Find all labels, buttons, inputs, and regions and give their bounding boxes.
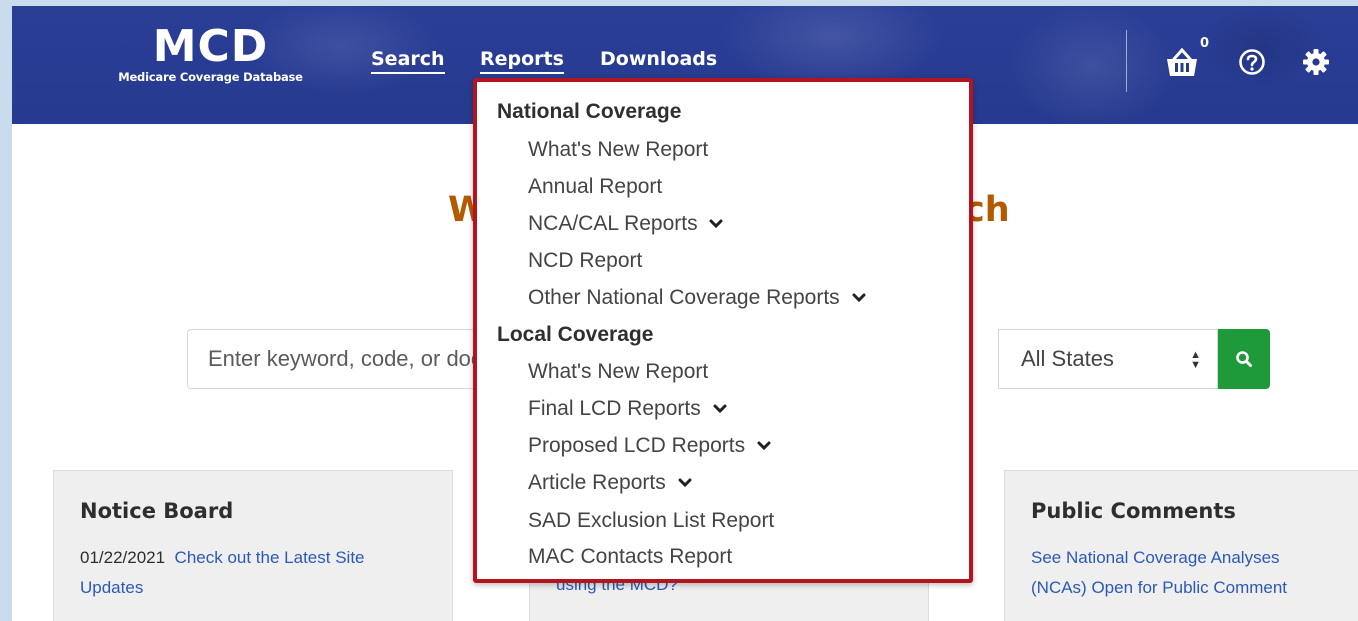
- notice-board-card: Notice Board 01/22/2021 Check out the La…: [53, 470, 453, 621]
- menu-item-label: Final LCD Reports: [528, 397, 701, 420]
- notice-date: 01/22/2021: [80, 548, 166, 567]
- nav-search-link[interactable]: Search: [371, 48, 445, 74]
- basket-count-badge: 0: [1200, 36, 1210, 51]
- latest-updates-link-cont[interactable]: Updates: [80, 578, 143, 597]
- select-caret-icon: ▲ ▼: [1190, 349, 1201, 371]
- page-frame: MCD Medicare Coverage Database Search Re…: [12, 6, 1358, 621]
- latest-updates-link[interactable]: Check out the Latest Site: [175, 548, 365, 567]
- public-comments-card: Public Comments See National Coverage An…: [1004, 470, 1358, 621]
- nav-reports-link[interactable]: Reports: [480, 48, 564, 74]
- state-select-value: All States: [1021, 346, 1114, 371]
- menu-item-local-whats-new[interactable]: What's New Report: [528, 360, 708, 384]
- menu-item-national-whats-new[interactable]: What's New Report: [528, 138, 708, 162]
- notice-board-title: Notice Board: [80, 499, 234, 523]
- menu-item-label: SAD Exclusion List Report: [528, 509, 775, 532]
- public-comments-title: Public Comments: [1031, 499, 1236, 523]
- menu-item-label: Annual Report: [528, 175, 663, 198]
- menu-item-label: What's New Report: [528, 360, 709, 383]
- header-divider: [1126, 30, 1127, 92]
- chevron-down-icon: [678, 478, 692, 488]
- menu-item-nca-cal-reports[interactable]: NCA/CAL Reports: [528, 212, 723, 236]
- menu-item-label: MAC Contacts Report: [528, 545, 733, 568]
- menu-item-label: NCA/CAL Reports: [528, 212, 698, 235]
- menu-item-article-reports[interactable]: Article Reports: [528, 471, 692, 495]
- menu-item-proposed-lcd-reports[interactable]: Proposed LCD Reports: [528, 434, 771, 458]
- search-icon: [1236, 351, 1252, 367]
- nav-downloads-link[interactable]: Downloads: [600, 48, 717, 70]
- menu-item-label: Other National Coverage Reports: [528, 286, 840, 309]
- chevron-down-icon: [852, 293, 866, 303]
- local-coverage-heading: Local Coverage: [497, 323, 654, 346]
- menu-item-annual-report[interactable]: Annual Report: [528, 175, 662, 199]
- menu-item-mac-contacts[interactable]: MAC Contacts Report: [528, 545, 732, 569]
- menu-item-other-national-reports[interactable]: Other National Coverage Reports: [528, 286, 866, 310]
- nca-open-comment-link[interactable]: See National Coverage Analyses: [1031, 548, 1280, 567]
- help-icon[interactable]: [1238, 48, 1266, 81]
- menu-item-ncd-report[interactable]: NCD Report: [528, 249, 642, 273]
- gear-icon[interactable]: [1302, 48, 1330, 81]
- reports-dropdown-menu: National Coverage What's New Report Annu…: [473, 78, 973, 583]
- search-input[interactable]: [187, 329, 517, 389]
- menu-item-final-lcd-reports[interactable]: Final LCD Reports: [528, 397, 727, 421]
- public-comments-body: See National Coverage Analyses (NCAs) Op…: [1031, 543, 1287, 603]
- logo-subtitle: Medicare Coverage Database: [118, 70, 303, 84]
- logo[interactable]: MCD Medicare Coverage Database: [98, 21, 323, 85]
- menu-item-label: NCD Report: [528, 249, 643, 272]
- state-select[interactable]: All States ▲ ▼: [998, 329, 1218, 389]
- menu-item-label: Article Reports: [528, 471, 666, 494]
- chevron-down-icon: [757, 441, 771, 451]
- chevron-down-icon: [713, 404, 727, 414]
- menu-item-label: Proposed LCD Reports: [528, 434, 746, 457]
- search-button[interactable]: [1218, 329, 1270, 389]
- basket-icon[interactable]: [1164, 47, 1200, 83]
- national-coverage-heading: National Coverage: [497, 100, 682, 123]
- notice-board-body: 01/22/2021 Check out the Latest Site Upd…: [80, 543, 365, 603]
- menu-item-label: What's New Report: [528, 138, 709, 161]
- nca-open-comment-link-cont[interactable]: (NCAs) Open for Public Comment: [1031, 578, 1287, 597]
- menu-item-sad-exclusion-list[interactable]: SAD Exclusion List Report: [528, 509, 774, 533]
- logo-title: MCD: [152, 21, 269, 72]
- chevron-down-icon: [709, 219, 723, 229]
